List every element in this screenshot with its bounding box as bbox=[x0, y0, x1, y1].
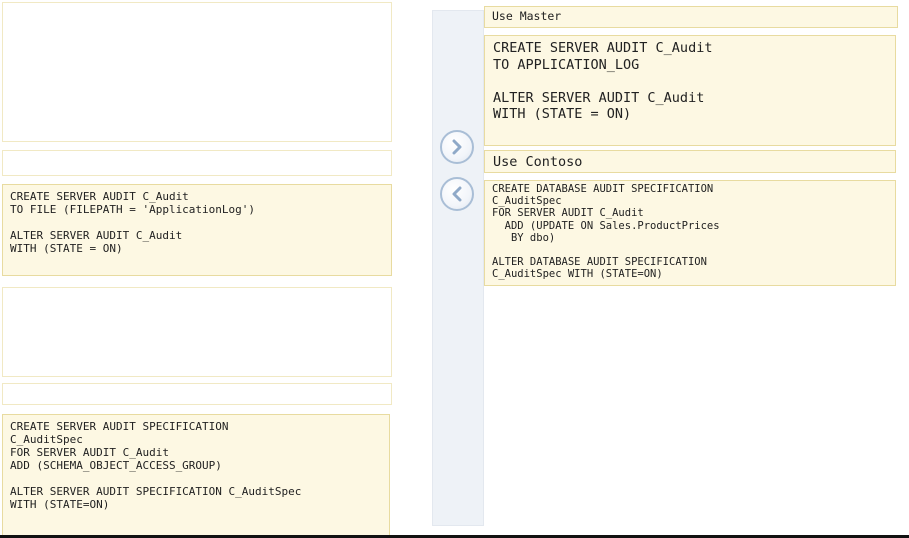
move-right-button[interactable] bbox=[440, 130, 474, 164]
empty-slot-1[interactable] bbox=[2, 2, 392, 142]
option-server-audit-specification[interactable]: CREATE SERVER AUDIT SPECIFICATION C_Audi… bbox=[2, 414, 390, 536]
empty-slot-2[interactable] bbox=[2, 150, 392, 176]
move-left-button[interactable] bbox=[440, 177, 474, 211]
answer-server-audit-application-log[interactable]: CREATE SERVER AUDIT C_Audit TO APPLICATI… bbox=[484, 35, 896, 146]
answer-use-master[interactable]: Use Master bbox=[484, 6, 898, 28]
answer-use-contoso[interactable]: Use Contoso bbox=[484, 150, 896, 173]
controls-panel bbox=[432, 10, 484, 526]
empty-slot-4[interactable] bbox=[2, 383, 392, 405]
option-server-audit-file[interactable]: CREATE SERVER AUDIT C_Audit TO FILE (FIL… bbox=[2, 184, 392, 276]
empty-slot-3[interactable] bbox=[2, 287, 392, 377]
chevron-left-icon bbox=[452, 186, 462, 202]
chevron-right-icon bbox=[452, 139, 462, 155]
answer-database-audit-specification[interactable]: CREATE DATABASE AUDIT SPECIFICATION C_Au… bbox=[484, 180, 896, 286]
